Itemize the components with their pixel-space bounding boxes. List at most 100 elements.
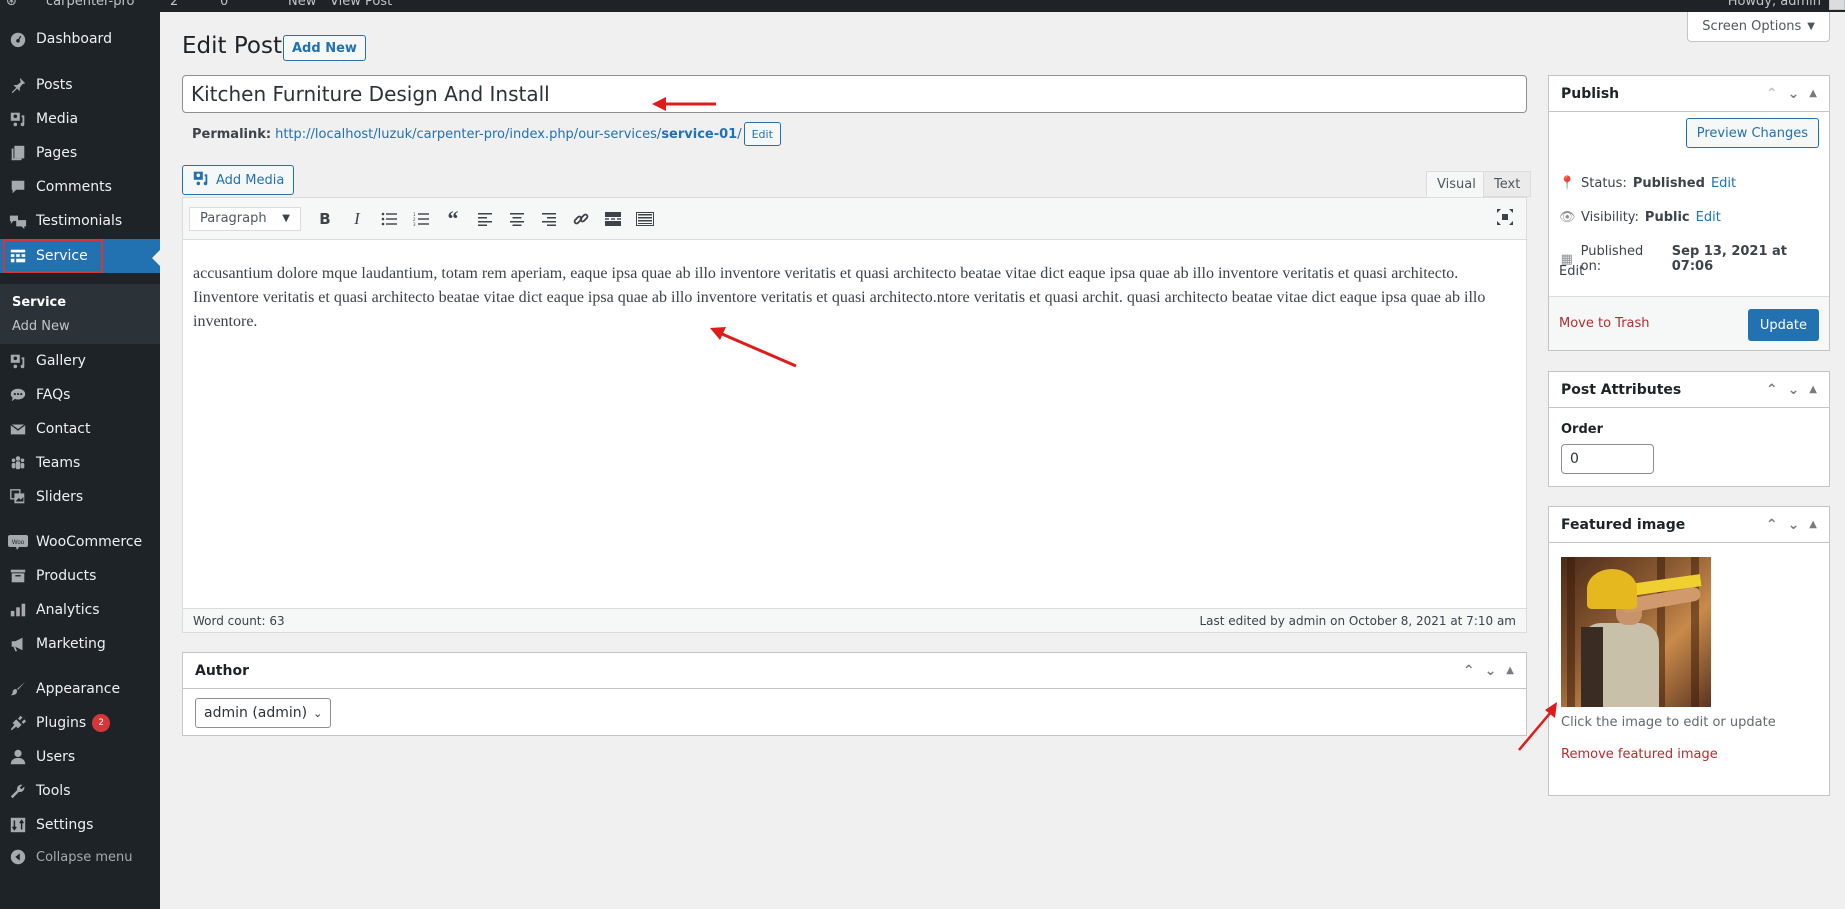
sidebar-item-users[interactable]: Users: [0, 740, 160, 774]
last-edited: Last edited by admin on October 8, 2021 …: [1199, 613, 1516, 628]
permalink-edit-button[interactable]: Edit: [743, 122, 781, 146]
comments-count[interactable]: 0: [220, 0, 228, 9]
sidebar-item-settings[interactable]: Settings: [0, 808, 160, 842]
site-name-link[interactable]: carpenter-pro: [46, 0, 135, 9]
sidebar-label: Appearance: [36, 681, 121, 697]
sidebar-item-gallery[interactable]: Gallery: [0, 344, 160, 378]
sidebar-item-comments[interactable]: Comments: [0, 170, 160, 204]
align-center-icon[interactable]: [501, 204, 533, 234]
view-post-link[interactable]: View Post: [330, 0, 392, 9]
admin-bar: ⊛ carpenter-pro 2 0 New View Post Howdy,…: [0, 0, 1845, 12]
submenu-item-service[interactable]: Service: [12, 295, 66, 310]
sidebar-item-tools[interactable]: Tools: [0, 774, 160, 808]
tab-text[interactable]: Text: [1483, 171, 1532, 197]
avatar[interactable]: [1829, 0, 1845, 10]
updates-count[interactable]: 2: [170, 0, 178, 9]
toggle-panel-icon[interactable]: ▲: [1809, 384, 1817, 395]
submenu-item-add-new[interactable]: Add New: [12, 319, 70, 334]
chevron-up-icon[interactable]: ⌃: [1463, 663, 1475, 679]
sidebar-label: Tools: [36, 783, 71, 799]
visibility-value: Public: [1644, 210, 1690, 225]
pages-icon: [8, 143, 28, 163]
permalink-link[interactable]: http://localhost/luzuk/carpenter-pro/ind…: [275, 127, 742, 142]
wordpress-logo-icon[interactable]: ⊛: [6, 0, 17, 9]
status-edit-link[interactable]: Edit: [1711, 176, 1736, 191]
sidebar-item-analytics[interactable]: Analytics: [0, 593, 160, 627]
align-right-icon[interactable]: [533, 204, 565, 234]
toggle-panel-icon[interactable]: ▲: [1809, 519, 1817, 530]
chevron-down-icon[interactable]: ⌄: [1788, 382, 1800, 398]
sidebar-item-faqs[interactable]: FAQs: [0, 378, 160, 412]
bold-icon[interactable]: B: [309, 204, 341, 234]
sidebar-item-marketing[interactable]: Marketing: [0, 627, 160, 661]
toggle-panel-icon[interactable]: ▲: [1809, 88, 1817, 99]
account-greeting[interactable]: Howdy, admin: [1728, 0, 1821, 9]
sidebar-label: Contact: [36, 421, 91, 437]
eye-icon: 👁: [1559, 210, 1576, 225]
sidebar-label: Testimonials: [36, 213, 123, 229]
numbered-list-icon[interactable]: 123: [405, 204, 437, 234]
author-box: Author ⌃ ⌄ ▲ admin (admin) ⌄: [182, 652, 1527, 736]
sidebar-item-plugins[interactable]: Plugins 2: [0, 706, 160, 740]
move-to-trash-link[interactable]: Move to Trash: [1559, 316, 1650, 331]
current-indicator: [152, 250, 160, 266]
chevron-down-icon[interactable]: ⌄: [1788, 86, 1800, 102]
chevron-up-icon[interactable]: ⌃: [1766, 86, 1778, 102]
remove-featured-image-link[interactable]: Remove featured image: [1561, 747, 1718, 762]
sidebar-item-pages[interactable]: Pages: [0, 136, 160, 170]
media-icon: [8, 109, 28, 129]
toggle-panel-icon[interactable]: ▲: [1506, 665, 1514, 676]
sidebar-label: Settings: [36, 817, 94, 833]
featured-image-thumbnail[interactable]: [1561, 557, 1711, 707]
new-content-link[interactable]: New: [288, 0, 316, 9]
chevron-down-icon[interactable]: ⌄: [1485, 663, 1497, 679]
align-left-icon[interactable]: [469, 204, 501, 234]
bulleted-list-icon[interactable]: [373, 204, 405, 234]
slides-icon: [8, 487, 28, 507]
add-media-button[interactable]: Add Media: [182, 165, 295, 195]
chevron-down-icon[interactable]: ⌄: [1788, 517, 1800, 533]
gallery-icon: [8, 351, 28, 371]
permalink-label: Permalink:: [192, 126, 272, 142]
sidebar-label: Sliders: [36, 489, 84, 505]
sidebar-item-sliders[interactable]: Sliders: [0, 480, 160, 514]
preview-changes-button[interactable]: Preview Changes: [1685, 118, 1819, 148]
chevron-up-icon[interactable]: ⌃: [1766, 517, 1778, 533]
post-title-input[interactable]: [182, 75, 1527, 113]
sidebar-item-media[interactable]: Media: [0, 102, 160, 136]
author-select[interactable]: admin (admin) ⌄: [195, 698, 332, 728]
sidebar-item-products[interactable]: Products: [0, 559, 160, 593]
tab-visual[interactable]: Visual: [1426, 171, 1487, 197]
post-content[interactable]: accusantium dolore mque laudantium, tota…: [183, 240, 1526, 356]
read-more-icon[interactable]: [597, 204, 629, 234]
fullscreen-icon[interactable]: [1496, 208, 1516, 228]
caret-down-icon: ▼: [282, 213, 290, 224]
admin-sidebar: Dashboard Posts Media Pages Comments Tes…: [0, 12, 160, 909]
sidebar-item-woocommerce[interactable]: Woo WooCommerce: [0, 525, 160, 559]
sidebar-item-dashboard[interactable]: Dashboard: [0, 22, 160, 56]
chevron-up-icon[interactable]: ⌃: [1766, 382, 1778, 398]
featured-image-header: Featured image ⌃ ⌄ ▲: [1549, 507, 1829, 543]
sidebar-label: Plugins: [36, 715, 87, 731]
link-icon[interactable]: [565, 204, 597, 234]
published-edit-link[interactable]: Edit: [1559, 264, 1584, 279]
update-button[interactable]: Update: [1747, 309, 1819, 341]
sidebar-item-appearance[interactable]: Appearance: [0, 672, 160, 706]
sidebar-item-testimonials[interactable]: Testimonials: [0, 204, 160, 238]
italic-icon[interactable]: I: [341, 204, 373, 234]
visibility-edit-link[interactable]: Edit: [1696, 210, 1721, 225]
sidebar-label: Products: [36, 568, 97, 584]
post-attributes-title: Post Attributes: [1561, 381, 1682, 398]
sidebar-item-service[interactable]: Service: [0, 239, 160, 273]
sidebar-item-contact[interactable]: Contact: [0, 412, 160, 446]
editor-toolbar: Paragraph ▼ B I 123 “: [183, 198, 1526, 240]
sidebar-item-teams[interactable]: Teams: [0, 446, 160, 480]
sidebar-item-posts[interactable]: Posts: [0, 68, 160, 102]
add-new-button[interactable]: Add New: [283, 35, 366, 61]
format-select[interactable]: Paragraph ▼: [189, 206, 301, 231]
screen-options-button[interactable]: Screen Options ▼: [1687, 12, 1830, 42]
collapse-menu-button[interactable]: Collapse menu: [0, 840, 160, 874]
order-input[interactable]: 0: [1561, 444, 1654, 474]
toolbar-toggle-icon[interactable]: [629, 204, 661, 234]
blockquote-icon[interactable]: “: [437, 204, 469, 234]
